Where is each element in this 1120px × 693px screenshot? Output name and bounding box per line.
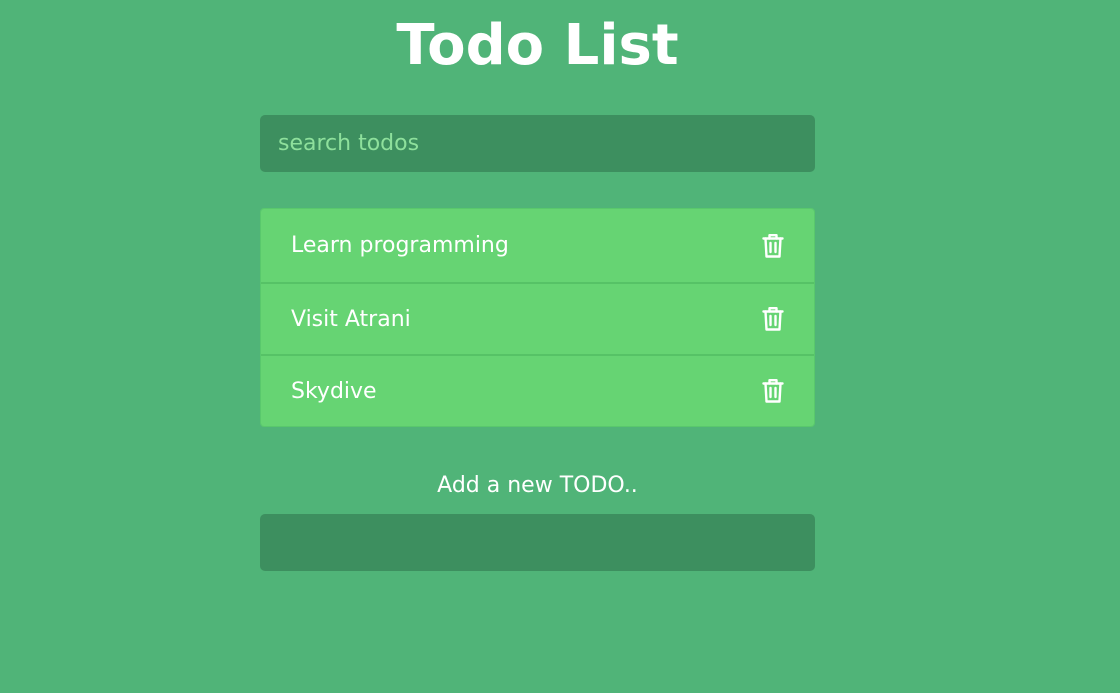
todo-text: Learn programming — [291, 233, 509, 258]
list-item: Learn programming — [261, 209, 814, 282]
todo-text: Skydive — [291, 378, 377, 404]
todo-text: Visit Atrani — [291, 306, 411, 332]
add-todo-label: Add a new TODO.. — [437, 473, 638, 498]
list-item: Visit Atrani — [261, 282, 814, 354]
trash-icon[interactable] — [761, 378, 785, 404]
page-title: Todo List — [396, 13, 679, 78]
search-input[interactable] — [260, 115, 815, 172]
todo-list: Learn programming Visit Atrani Skydive — [260, 208, 815, 427]
trash-icon[interactable] — [761, 233, 785, 259]
list-item: Skydive — [261, 354, 814, 426]
trash-icon[interactable] — [761, 306, 785, 332]
add-todo-input[interactable] — [260, 514, 815, 571]
